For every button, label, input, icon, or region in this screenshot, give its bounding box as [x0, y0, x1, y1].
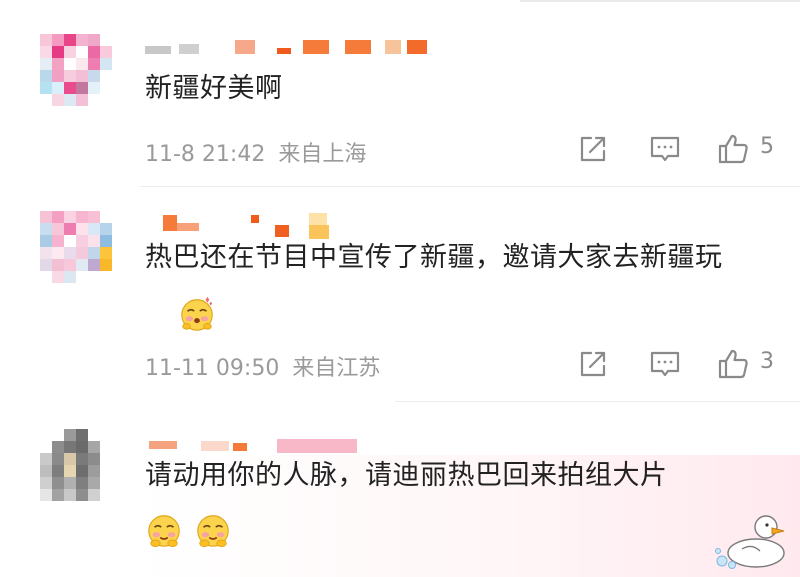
- duck-sticker-icon: [715, 515, 785, 569]
- emoji-row: [145, 511, 238, 555]
- like-button[interactable]: 5: [716, 132, 786, 166]
- like-button[interactable]: 3: [716, 347, 786, 381]
- reply-button[interactable]: [648, 347, 682, 381]
- avatar[interactable]: [40, 429, 112, 501]
- username-redacted[interactable]: [145, 213, 445, 239]
- blush-emoji-icon: [197, 515, 229, 548]
- comment-time: 11-8 21:42: [145, 142, 266, 167]
- thumbs-up-icon: [718, 349, 748, 379]
- comment-meta: 11-11 09:50 来自江苏: [145, 350, 380, 382]
- comment-text: 热巴还在节目中宣传了新疆，邀请大家去新疆玩: [145, 242, 723, 273]
- comment-feed: 新疆好美啊 11-8 21:42 来自上海 5 热巴还在节目中宣传了新疆，邀请大…: [0, 0, 800, 577]
- username-redacted[interactable]: [145, 36, 445, 54]
- comment-divider: [140, 186, 800, 187]
- share-button[interactable]: [576, 347, 610, 381]
- comment-divider: [395, 401, 800, 402]
- like-count: 3: [760, 349, 774, 374]
- like-count: 5: [760, 134, 774, 159]
- comment-text: 新疆好美啊: [145, 73, 283, 104]
- comment-meta: 11-8 21:42 来自上海: [145, 136, 366, 168]
- comment-item: 新疆好美啊 11-8 21:42 来自上海 5: [0, 30, 800, 190]
- avatar[interactable]: [40, 34, 112, 106]
- comment-icon: [650, 136, 680, 162]
- comment-actions: 3: [576, 347, 786, 381]
- comment-actions: 5: [576, 132, 786, 166]
- comment-item: 热巴还在节目中宣传了新疆，邀请大家去新疆玩 11-11 09:50 来自江苏 3: [0, 207, 800, 407]
- share-icon: [580, 136, 606, 162]
- comment-item: 请动用你的人脉，请迪丽热巴回来拍组大片: [0, 425, 800, 577]
- thumbs-up-icon: [718, 134, 748, 164]
- reply-button[interactable]: [648, 132, 682, 166]
- username-redacted[interactable]: [145, 431, 445, 453]
- comment-time: 11-11 09:50: [145, 356, 280, 381]
- comment-location: 来自江苏: [292, 356, 381, 381]
- comment-location: 来自上海: [278, 142, 367, 167]
- comment-icon: [650, 351, 680, 377]
- blush-emoji-icon: [148, 515, 180, 548]
- share-button[interactable]: [576, 132, 610, 166]
- comment-text: 请动用你的人脉，请迪丽热巴回来拍组大片: [145, 460, 668, 491]
- avatar[interactable]: [40, 211, 112, 283]
- share-icon: [580, 351, 606, 377]
- emoji-row: [178, 295, 222, 339]
- top-divider: [520, 0, 800, 2]
- blush-emoji-icon: [181, 296, 213, 331]
